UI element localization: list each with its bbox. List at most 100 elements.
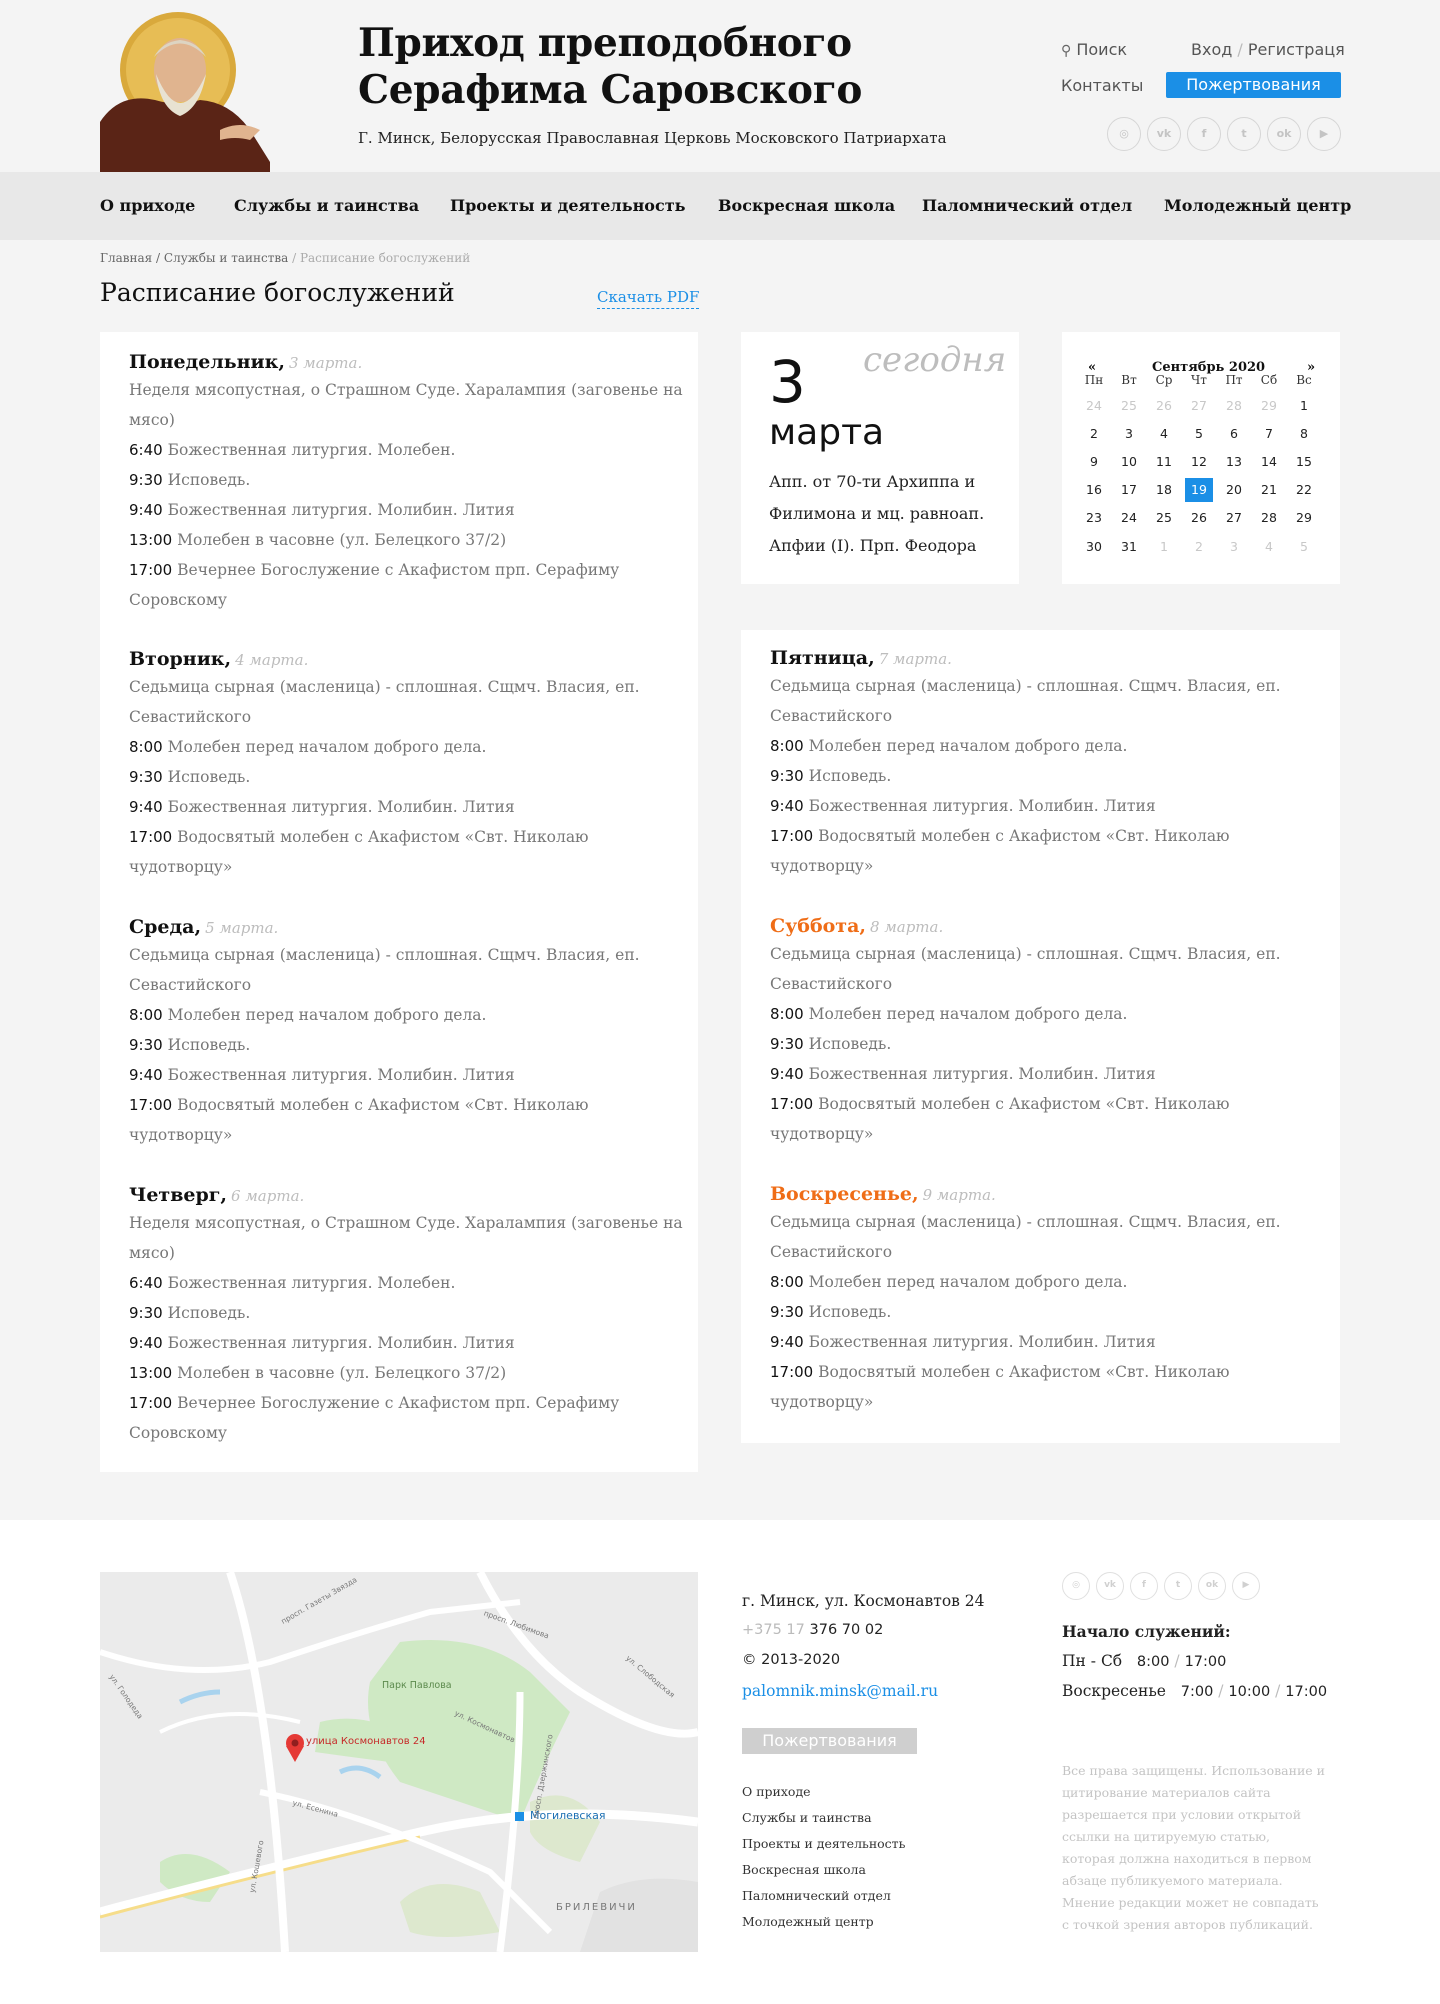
calendar-day[interactable]: 25: [1115, 394, 1143, 418]
saint-icon-logo[interactable]: [100, 12, 270, 172]
service-time: 13:00: [129, 531, 173, 549]
contacts-link[interactable]: Контакты: [1061, 76, 1143, 95]
odnoklassniki-icon[interactable]: ok: [1267, 117, 1301, 151]
nav-youth[interactable]: Молодежный центр: [1164, 196, 1351, 215]
calendar-day[interactable]: 30: [1080, 535, 1108, 559]
calendar-day[interactable]: 18: [1150, 478, 1178, 502]
footer-link-pilgrimage[interactable]: Паломнический отдел: [742, 1888, 891, 1903]
calendar-day[interactable]: 26: [1185, 506, 1213, 530]
nav-about[interactable]: О приходе: [100, 196, 195, 215]
footer-link-projects[interactable]: Проекты и деятельность: [742, 1836, 905, 1851]
calendar-day[interactable]: 11: [1150, 450, 1178, 474]
calendar-day[interactable]: 4: [1255, 535, 1283, 559]
calendar-day[interactable]: 8: [1290, 422, 1318, 446]
calendar-day[interactable]: 7: [1255, 422, 1283, 446]
service-title: Божественная литургия. Молебен.: [167, 1274, 456, 1292]
calendar-day[interactable]: 2: [1080, 422, 1108, 446]
day-description: Седьмица сырная (масленица) - сплошная. …: [770, 677, 1281, 725]
calendar-day[interactable]: 21: [1255, 478, 1283, 502]
twitter-icon[interactable]: t: [1164, 1572, 1192, 1600]
calendar-day[interactable]: 10: [1115, 450, 1143, 474]
twitter-icon[interactable]: t: [1227, 117, 1261, 151]
instagram-icon[interactable]: ◎: [1107, 117, 1141, 151]
calendar-day[interactable]: 25: [1150, 506, 1178, 530]
phone-number: 376 70 02: [809, 1622, 884, 1638]
calendar-day[interactable]: 2: [1185, 535, 1213, 559]
register-link[interactable]: Регистраця: [1248, 40, 1345, 59]
calendar-day[interactable]: 13: [1220, 450, 1248, 474]
day-date: 5 марта.: [205, 919, 279, 937]
calendar-day[interactable]: 27: [1220, 506, 1248, 530]
breadcrumb-home[interactable]: Главная: [100, 251, 152, 265]
calendar-day[interactable]: 1: [1150, 535, 1178, 559]
service-time: 17:00: [770, 1363, 814, 1381]
footer-link-sunday-school[interactable]: Воскресная школа: [742, 1862, 866, 1877]
odnoklassniki-icon[interactable]: ok: [1198, 1572, 1226, 1600]
calendar-week-row: 2345678: [1080, 422, 1336, 442]
calendar-day[interactable]: 23: [1080, 506, 1108, 530]
facebook-icon[interactable]: f: [1187, 117, 1221, 151]
calendar-day[interactable]: 9: [1080, 450, 1108, 474]
calendar-day[interactable]: 29: [1255, 394, 1283, 418]
calendar-day[interactable]: 31: [1115, 535, 1143, 559]
calendar-week-row: 24 25 26 27 28 29 1: [1080, 394, 1336, 414]
service-item: 8:00 Молебен перед началом доброго дела.: [770, 731, 1330, 761]
youtube-icon[interactable]: ▶: [1232, 1572, 1260, 1600]
site-title[interactable]: Приход преподобного Серафима Саровского: [358, 20, 918, 114]
day-heading: Среда, 5 марта.: [129, 915, 689, 940]
calendar-day[interactable]: 19: [1185, 478, 1213, 502]
calendar-day[interactable]: 1: [1290, 394, 1318, 418]
calendar-day[interactable]: 29: [1290, 506, 1318, 530]
calendar-day[interactable]: 6: [1220, 422, 1248, 446]
nav-services[interactable]: Службы и таинства: [234, 196, 419, 215]
nav-pilgrimage[interactable]: Паломнический отдел: [922, 196, 1132, 215]
calendar-header: « Сентябрь 2020 »: [1062, 346, 1342, 375]
calendar-day[interactable]: 24: [1115, 506, 1143, 530]
footer-link-youth[interactable]: Молодежный центр: [742, 1914, 874, 1929]
calendar-day[interactable]: 24: [1080, 394, 1108, 418]
footer-email-link[interactable]: palomnik.minsk@mail.ru: [742, 1682, 938, 1700]
instagram-icon[interactable]: ◎: [1062, 1572, 1090, 1600]
service-title: Водосвятый молебен с Акафистом «Свт. Ник…: [129, 1096, 589, 1144]
calendar-day[interactable]: 17: [1115, 478, 1143, 502]
login-link[interactable]: Вход: [1191, 40, 1232, 59]
download-pdf-link[interactable]: Скачать PDF: [597, 288, 700, 309]
breadcrumb: Главная / Службы и таинства / Расписание…: [100, 251, 470, 265]
calendar-day[interactable]: 14: [1255, 450, 1283, 474]
breadcrumb-section[interactable]: Службы и таинства: [164, 251, 288, 265]
day-date: 4 марта.: [235, 651, 309, 669]
calendar-day[interactable]: 27: [1185, 394, 1213, 418]
calendar-day[interactable]: 5: [1185, 422, 1213, 446]
calendar-day[interactable]: 16: [1080, 478, 1108, 502]
calendar-day[interactable]: 3: [1220, 535, 1248, 559]
nav-sunday-school[interactable]: Воскресная школа: [718, 196, 895, 215]
calendar-day[interactable]: 12: [1185, 450, 1213, 474]
site-header: Приход преподобного Серафима Саровского …: [0, 0, 1440, 172]
vk-icon[interactable]: vk: [1096, 1572, 1124, 1600]
calendar-day[interactable]: 20: [1220, 478, 1248, 502]
calendar-day[interactable]: 4: [1150, 422, 1178, 446]
calendar-day[interactable]: 22: [1290, 478, 1318, 502]
footer-donate-button[interactable]: Пожертвования: [742, 1728, 917, 1754]
calendar-day[interactable]: 28: [1220, 394, 1248, 418]
service-time: 9:40: [129, 798, 163, 816]
calendar-day[interactable]: 26: [1150, 394, 1178, 418]
footer-link-about[interactable]: О приходе: [742, 1784, 811, 1799]
calendar-day[interactable]: 15: [1290, 450, 1318, 474]
nav-projects[interactable]: Проекты и деятельность: [450, 196, 685, 215]
calendar-day[interactable]: 28: [1255, 506, 1283, 530]
day-heading: Пятница, 7 марта.: [770, 646, 1330, 671]
search-link[interactable]: ⚲ Поиск: [1061, 40, 1127, 59]
calendar-day[interactable]: 3: [1115, 422, 1143, 446]
service-item: 17:00 Водосвятый молебен с Акафистом «Св…: [129, 822, 689, 882]
service-item: 9:30 Исповедь.: [129, 1298, 689, 1328]
location-map[interactable]: улица Космонавтов 24 Парк Павлова Могиле…: [100, 1572, 698, 1952]
youtube-icon[interactable]: ▶: [1307, 117, 1341, 151]
vk-icon[interactable]: vk: [1147, 117, 1181, 151]
donate-button[interactable]: Пожертвования: [1166, 72, 1341, 98]
calendar-weekday: Вс: [1296, 373, 1312, 387]
facebook-icon[interactable]: f: [1130, 1572, 1158, 1600]
footer-link-services[interactable]: Службы и таинства: [742, 1810, 872, 1825]
service-item: 8:00 Молебен перед началом доброго дела.: [770, 1267, 1330, 1297]
calendar-day[interactable]: 5: [1290, 535, 1318, 559]
